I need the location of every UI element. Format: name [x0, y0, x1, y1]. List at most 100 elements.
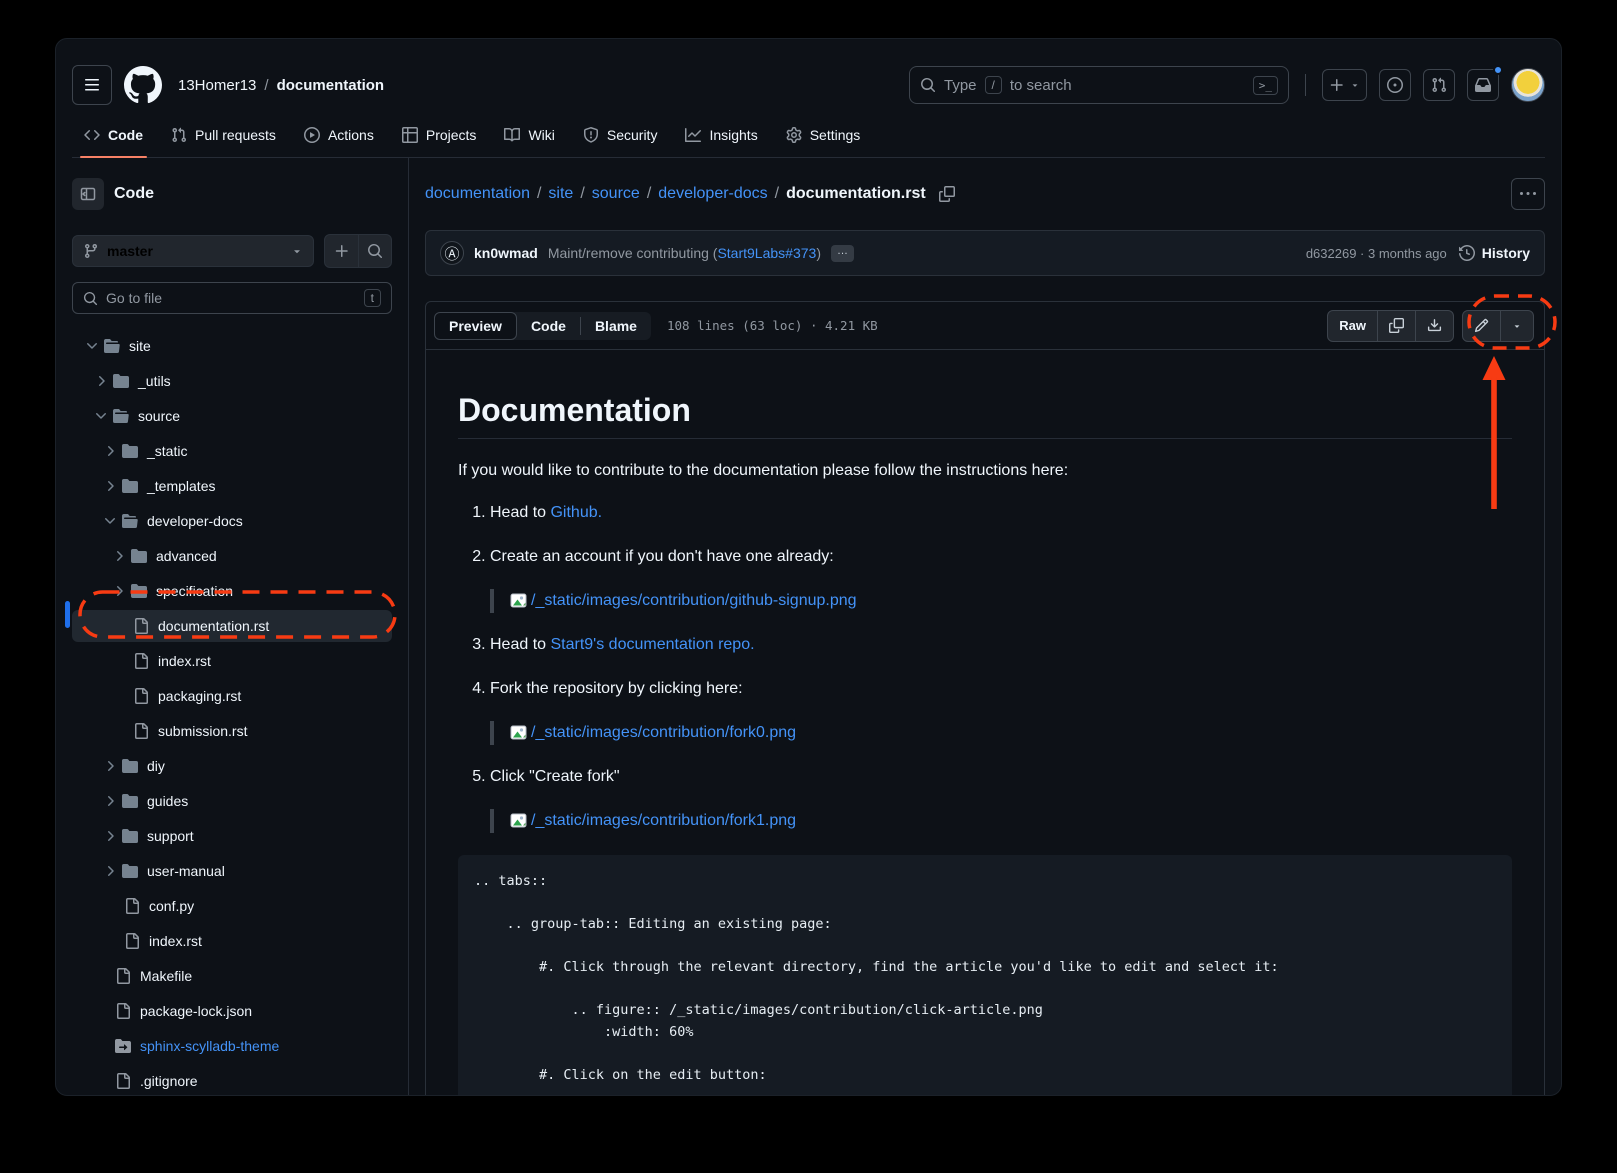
tree-item-packaging.rst[interactable]: packaging.rst [72, 680, 392, 712]
tab-code[interactable]: Code [517, 313, 580, 339]
tree-item-index.rst[interactable]: index.rst [72, 925, 392, 957]
tree-item-label: site [129, 338, 151, 354]
tree-item-advanced[interactable]: advanced [72, 540, 392, 572]
commit-author[interactable]: kn0wmad [474, 245, 538, 261]
tree-item-site[interactable]: site [72, 330, 392, 362]
broken-image-icon [510, 593, 529, 609]
tree-item-submission.rst[interactable]: submission.rst [72, 715, 392, 747]
tree-item-label: user-manual [147, 863, 225, 879]
active-file-indicator [65, 601, 70, 628]
image-blockquote: /_static/images/contribution/fork0.png [490, 721, 1512, 745]
copy-path-button[interactable] [939, 186, 955, 202]
tab-projects[interactable]: Projects [392, 119, 487, 157]
branch-selector[interactable]: master [72, 235, 314, 267]
hamburger-menu-button[interactable] [72, 65, 112, 105]
download-button[interactable] [1415, 311, 1453, 341]
tree-item-label: sphinx-scylladb-theme [140, 1038, 279, 1054]
history-button[interactable]: History [1459, 245, 1530, 261]
tab-code[interactable]: Code [74, 119, 153, 157]
play-icon [304, 127, 320, 143]
tree-item-guides[interactable]: guides [72, 785, 392, 817]
repo-owner-link[interactable]: 13Homer13 [178, 77, 256, 94]
app-header: 13Homer13 / documentation Type / to sear… [56, 39, 1561, 158]
go-to-file-input[interactable]: Go to file t [72, 282, 392, 314]
doc-inline-link[interactable]: Start9's documentation repo. [550, 636, 754, 653]
tree-item-index.rst[interactable]: index.rst [72, 645, 392, 677]
folder-icon [122, 828, 138, 844]
edit-dropdown-button[interactable] [1500, 311, 1533, 341]
tree-item-Makefile[interactable]: Makefile [72, 960, 392, 992]
tab-pull-requests[interactable]: Pull requests [161, 119, 286, 157]
image-blockquote: /_static/images/contribution/fork1.png [490, 809, 1512, 833]
tab-wiki[interactable]: Wiki [494, 119, 564, 157]
doc-list-item: Click "Create fork"/_static/images/contr… [490, 765, 1512, 833]
folder-icon [131, 583, 147, 599]
breadcrumb-developer-docs-link[interactable]: developer-docs [658, 185, 767, 203]
github-logo-icon[interactable] [124, 66, 162, 104]
panel-title: Code [114, 185, 154, 203]
expand-commit-message-button[interactable]: … [831, 245, 854, 262]
tree-item-sphinx-scylladb-theme[interactable]: sphinx-scylladb-theme [72, 1030, 392, 1062]
tree-item-conf.py[interactable]: conf.py [72, 890, 392, 922]
tree-item-diy[interactable]: diy [72, 750, 392, 782]
image-link[interactable]: /_static/images/contribution/github-sign… [531, 589, 857, 613]
chevron-down-icon [102, 513, 118, 529]
doc-list-text: Create an account if you don't have one … [490, 545, 1512, 569]
edit-file-button[interactable] [1463, 311, 1500, 341]
tree-item-label: index.rst [149, 933, 202, 949]
tree-item-specification[interactable]: specification [72, 575, 392, 607]
tree-item-_utils[interactable]: _utils [72, 365, 392, 397]
pull-requests-button[interactable] [1423, 69, 1455, 101]
chevron-right-icon [102, 793, 118, 809]
tab-actions[interactable]: Actions [294, 119, 384, 157]
tree-item-.gitignore[interactable]: .gitignore [72, 1065, 392, 1096]
tree-item-_static[interactable]: _static [72, 435, 392, 467]
breadcrumb-source-link[interactable]: source [592, 185, 640, 203]
tree-item-_templates[interactable]: _templates [72, 470, 392, 502]
commit-author-avatar[interactable]: Ⓐ [440, 241, 464, 265]
tree-item-label: packaging.rst [158, 688, 241, 704]
git-pull-request-icon [171, 127, 187, 143]
breadcrumb-site-link[interactable]: site [548, 185, 573, 203]
create-new-button[interactable] [1322, 69, 1367, 101]
tab-blame[interactable]: Blame [581, 313, 651, 339]
tab-preview[interactable]: Preview [434, 312, 517, 340]
file-options-button[interactable] [1511, 178, 1545, 210]
repo-name-link[interactable]: documentation [277, 77, 385, 94]
tab-settings[interactable]: Settings [776, 119, 871, 157]
git-branch-icon [83, 243, 99, 259]
tab-insights[interactable]: Insights [675, 119, 767, 157]
current-file-name: documentation.rst [786, 185, 926, 203]
tree-item-developer-docs[interactable]: developer-docs [72, 505, 392, 537]
tree-item-label: submission.rst [158, 723, 247, 739]
document-intro: If you would like to contribute to the d… [458, 459, 1512, 483]
tree-item-label: _templates [147, 478, 215, 494]
tab-security[interactable]: Security [573, 119, 668, 157]
raw-button[interactable]: Raw [1328, 311, 1377, 341]
search-tree-button[interactable] [358, 235, 391, 267]
file-icon [115, 1073, 131, 1089]
search-placeholder-pre: Type [944, 77, 977, 94]
copy-file-button[interactable] [1377, 311, 1415, 341]
folder-open-icon [104, 338, 120, 354]
tree-item-support[interactable]: support [72, 820, 392, 852]
collapse-sidebar-button[interactable] [72, 178, 104, 210]
tree-item-source[interactable]: source [72, 400, 392, 432]
tree-item-user-manual[interactable]: user-manual [72, 855, 392, 887]
tree-item-label: support [147, 828, 194, 844]
image-link[interactable]: /_static/images/contribution/fork1.png [531, 809, 796, 833]
pr-link[interactable]: Start9Labs#373 [717, 245, 816, 261]
new-file-button[interactable] [325, 235, 358, 267]
image-link[interactable]: /_static/images/contribution/fork0.png [531, 721, 796, 745]
search-input[interactable]: Type / to search >_ [909, 66, 1289, 104]
tree-item-documentation.rst[interactable]: documentation.rst [72, 610, 392, 642]
command-palette-icon[interactable]: >_ [1253, 76, 1278, 95]
issues-button[interactable] [1379, 69, 1411, 101]
user-avatar[interactable] [1511, 68, 1545, 102]
plus-icon [1329, 77, 1345, 93]
commit-sha-and-time[interactable]: d632269 · 3 months ago [1306, 246, 1447, 261]
breadcrumb-repo-link[interactable]: documentation [425, 185, 530, 203]
doc-inline-link[interactable]: Github. [550, 504, 602, 521]
tree-item-package-lock.json[interactable]: package-lock.json [72, 995, 392, 1027]
latest-commit-bar: Ⓐ kn0wmad Maint/remove contributing (Sta… [425, 230, 1545, 276]
